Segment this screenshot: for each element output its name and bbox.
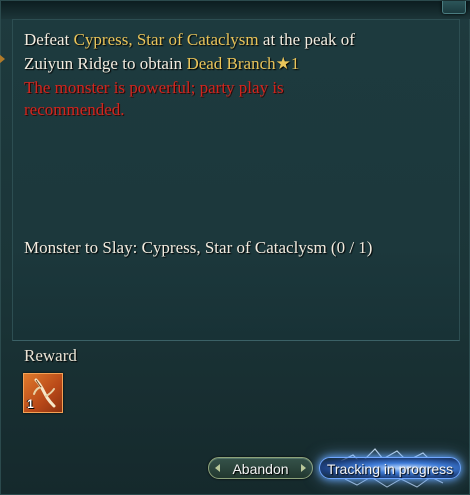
quest-description-line-2: Zuiyun Ridge to obtain Dead Branch★1 xyxy=(24,52,299,76)
quest-objective: Monster to Slay: Cypress, Star of Catacl… xyxy=(24,238,373,257)
reward-quantity: 1 xyxy=(27,397,34,411)
warning-text-line-2: recommended. xyxy=(24,100,125,119)
abandon-button[interactable]: Abandon xyxy=(208,457,313,479)
description-text: Defeat xyxy=(24,30,74,49)
warning-text-line-1: The monster is powerful; party play is xyxy=(24,78,284,97)
reward-item-link[interactable]: Dead Branch★1 xyxy=(186,54,299,73)
window-corner-button[interactable] xyxy=(442,1,466,14)
quest-description-line-1: Defeat Cypress, Star of Cataclysm at the… xyxy=(24,28,355,52)
reward-item-slot[interactable]: 1 xyxy=(23,373,63,413)
description-text: Zuiyun Ridge to obtain xyxy=(24,54,187,73)
window-top-strip xyxy=(1,1,470,19)
quest-description-panel: Defeat Cypress, Star of Cataclysm at the… xyxy=(12,19,460,341)
description-text: at the peak of xyxy=(258,30,355,49)
target-name-link[interactable]: Cypress, Star of Cataclysm xyxy=(74,30,259,49)
quest-window: Defeat Cypress, Star of Cataclysm at the… xyxy=(0,0,470,495)
tracking-button[interactable]: Tracking in progress xyxy=(319,457,461,479)
reward-label: Reward xyxy=(24,346,77,365)
collapse-arrow-icon[interactable] xyxy=(0,54,5,64)
